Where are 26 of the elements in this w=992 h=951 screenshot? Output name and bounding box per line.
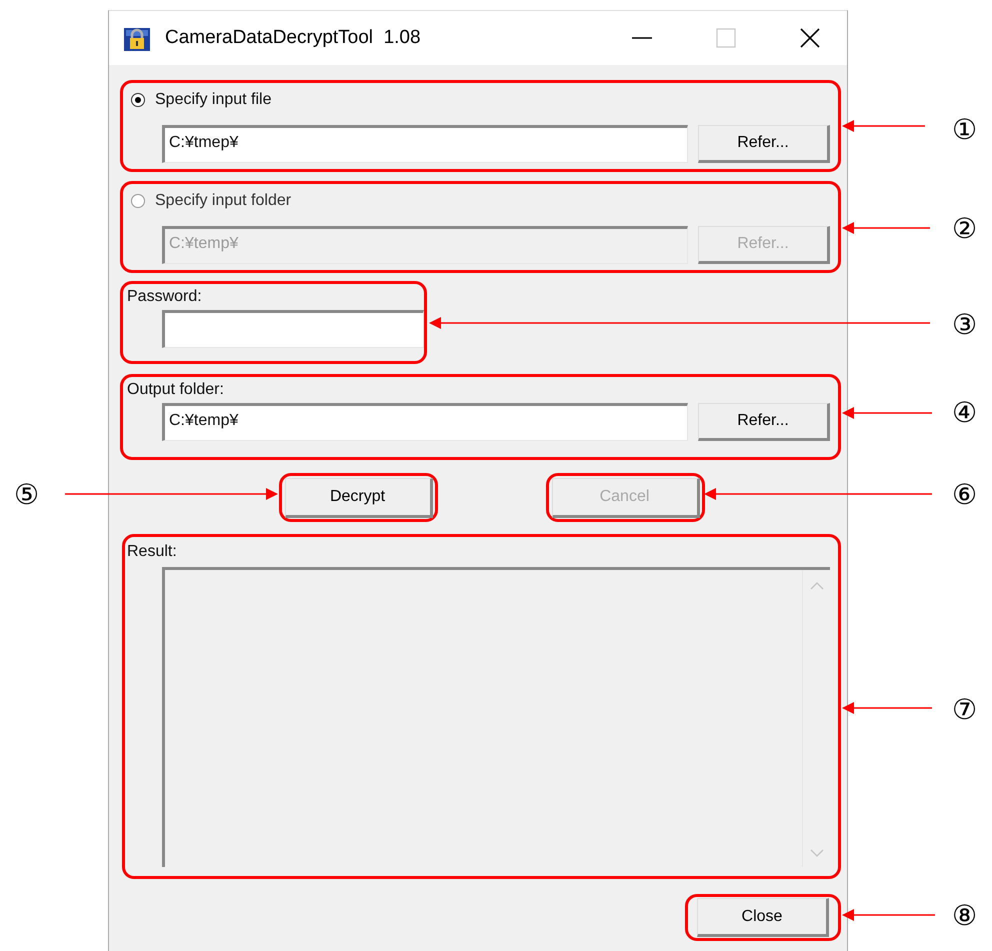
callout-number: ① [952,114,978,146]
maximize-icon[interactable] [716,28,736,48]
path-field[interactable]: C:¥tmep¥ [162,125,688,163]
radio-label: Specify input folder [155,192,292,210]
refer-button[interactable]: Refer... [698,125,830,163]
callout-number: ⑦ [952,694,978,726]
close-icon[interactable] [800,28,820,48]
scroll-down-icon[interactable] [810,849,824,857]
callout-number: ⑥ [952,479,978,511]
callout-number: ⑤ [14,479,40,511]
refer-button[interactable]: Refer... [698,403,830,441]
callout-number: ④ [952,397,978,429]
callout-number: ③ [952,309,978,341]
password-label: Password: [127,288,203,306]
radio-label: Specify input file [155,91,272,109]
path-field[interactable]: C:¥temp¥ [162,403,688,441]
callout-number: ② [952,213,978,245]
radio-button[interactable] [131,93,145,107]
scroll-up-icon[interactable] [810,582,824,590]
window-title: CameraDataDecryptTool 1.08 [165,27,421,49]
action-button[interactable]: Decrypt [284,478,432,518]
output-folder-label: Output folder: [127,381,225,399]
password-field[interactable] [162,310,424,348]
callout-number: ⑧ [952,900,978,932]
close-button[interactable]: Close [697,898,829,937]
result-label: Result: [127,543,178,561]
